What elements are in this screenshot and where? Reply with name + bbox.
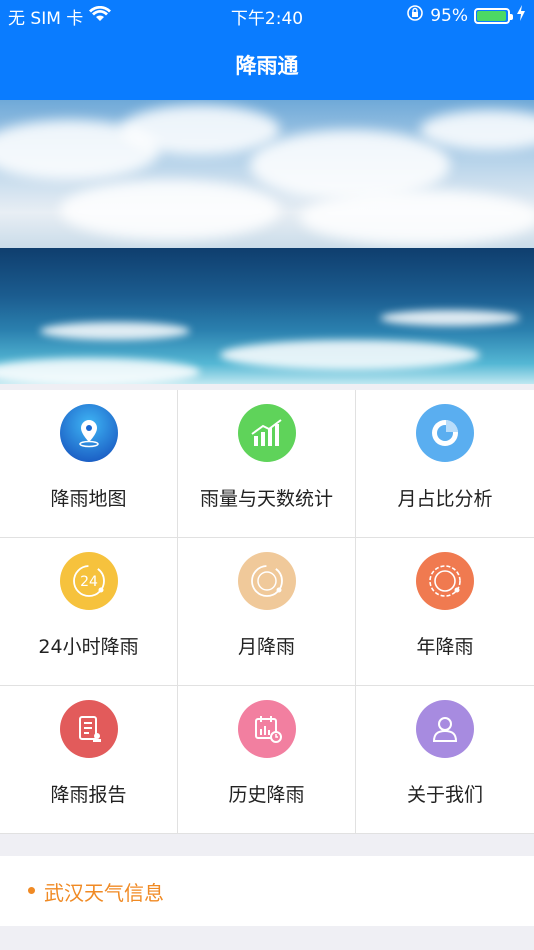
- battery-icon: [474, 7, 513, 24]
- app-screen: 无 SIM 卡 下午2:40 95% 降雨通 降雨地图 雨量与天数统计 月占比分…: [0, 0, 534, 950]
- menu-label: 关于我们: [406, 784, 483, 806]
- svg-text:24: 24: [80, 574, 98, 590]
- user-profile-icon: [416, 700, 474, 758]
- history-calendar-icon: [238, 700, 296, 758]
- menu-item-24h-rain[interactable]: 24 24小时降雨: [0, 538, 178, 686]
- banner-image: [0, 100, 534, 384]
- menu-item-rain-report[interactable]: 降雨报告: [0, 686, 178, 834]
- menu-label: 降雨报告: [50, 784, 127, 806]
- menu-item-yearly-rain[interactable]: 年降雨: [356, 538, 534, 686]
- map-pin-icon: [60, 404, 118, 462]
- menu-item-rainfall-stats[interactable]: 雨量与天数统计: [178, 390, 356, 538]
- top-bar: 无 SIM 卡 下午2:40 95% 降雨通: [0, 0, 534, 100]
- battery-percent: 95%: [430, 5, 468, 26]
- menu-label: 年降雨: [416, 636, 474, 658]
- status-bar: 无 SIM 卡 下午2:40 95%: [0, 0, 534, 30]
- weather-info-title: 武汉天气信息: [44, 881, 164, 905]
- menu-label: 月占比分析: [397, 488, 493, 510]
- battery-fill: [477, 10, 506, 21]
- menu-label: 降雨地图: [50, 488, 127, 510]
- menu-grid: 降雨地图 雨量与天数统计 月占比分析 24 24小时降雨 月降雨 年降雨 降雨报…: [0, 390, 534, 834]
- menu-item-monthly-ratio[interactable]: 月占比分析: [356, 390, 534, 538]
- menu-label: 月降雨: [237, 636, 295, 658]
- weather-info-row[interactable]: 武汉天气信息: [0, 856, 534, 926]
- charging-icon: [516, 5, 526, 26]
- report-icon: [60, 700, 118, 758]
- menu-label: 雨量与天数统计: [199, 488, 333, 510]
- bullet-dot: [28, 887, 35, 894]
- pie-chart-icon: [416, 404, 474, 462]
- year-badge-icon: [416, 552, 474, 610]
- menu-item-about-us[interactable]: 关于我们: [356, 686, 534, 834]
- page-title: 降雨通: [235, 54, 299, 78]
- menu-label: 24小时降雨: [38, 636, 139, 658]
- orientation-lock-icon: [406, 4, 424, 27]
- 24h-clock-icon: 24: [60, 552, 118, 610]
- bar-chart-icon: [238, 404, 296, 462]
- menu-item-monthly-rain[interactable]: 月降雨: [178, 538, 356, 686]
- menu-item-rain-map[interactable]: 降雨地图: [0, 390, 178, 538]
- menu-item-rain-history[interactable]: 历史降雨: [178, 686, 356, 834]
- menu-label: 历史降雨: [228, 784, 305, 806]
- month-clock-icon: [238, 552, 296, 610]
